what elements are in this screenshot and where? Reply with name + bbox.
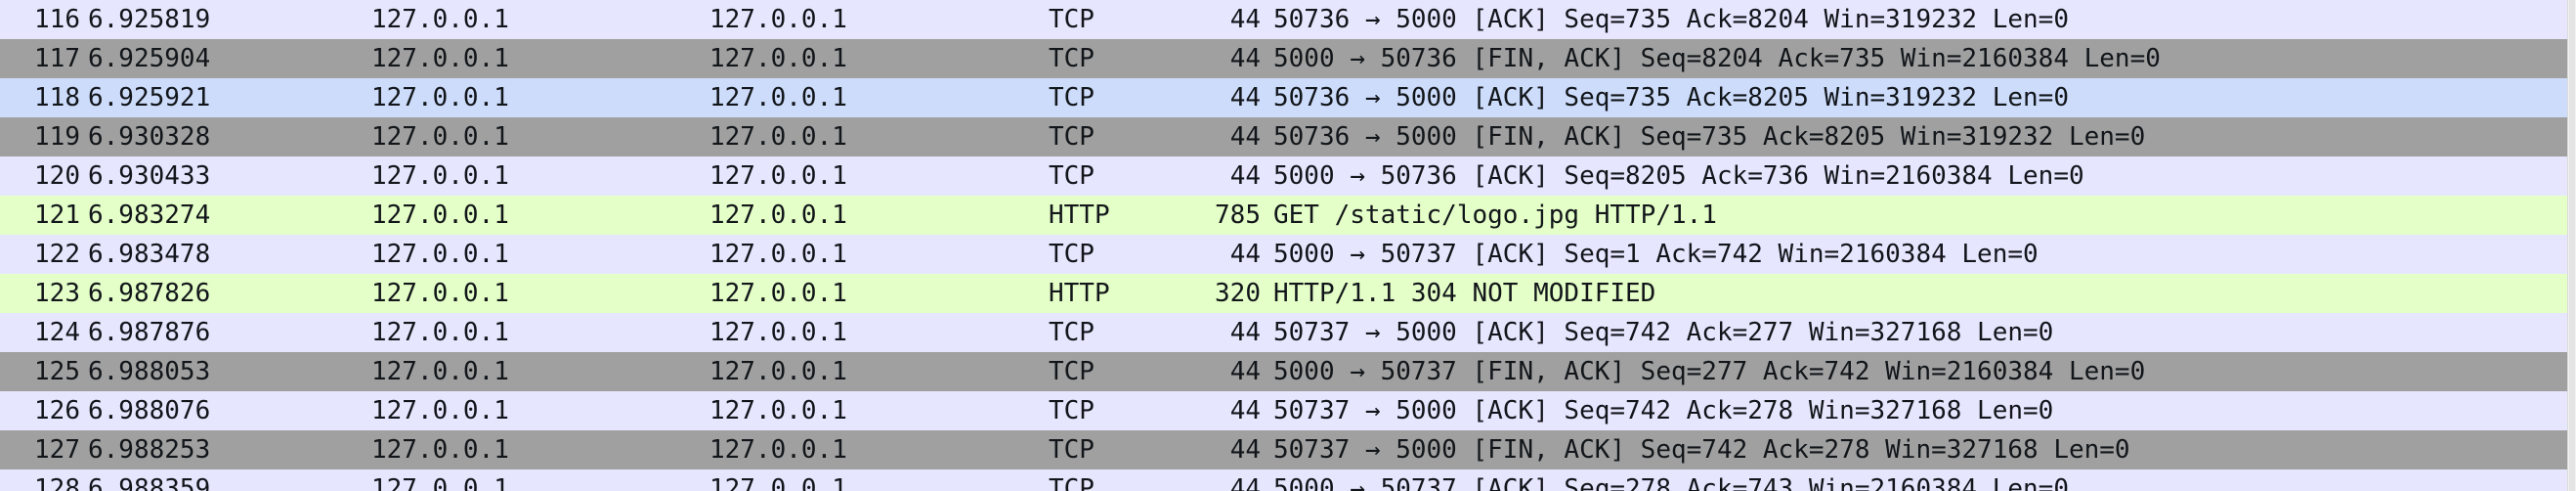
packet-info: 50737 → 5000 [FIN, ACK] Seq=742 Ack=278 … (1273, 435, 2130, 465)
packet-source: 127.0.0.1 (371, 83, 509, 112)
packet-source: 127.0.0.1 (371, 201, 509, 230)
packet-info: 5000 → 50736 [FIN, ACK] Seq=8204 Ack=735… (1273, 44, 2161, 73)
packet-source: 127.0.0.1 (371, 161, 509, 191)
packet-source: 127.0.0.1 (371, 474, 509, 491)
packet-row[interactable]: 126 6.988076 127.0.0.1 127.0.0.1 TCP 44 … (0, 391, 2568, 430)
packet-length: 44 (1229, 83, 1261, 112)
packet-length: 44 (1229, 474, 1261, 491)
packet-destination: 127.0.0.1 (709, 122, 847, 152)
packet-destination: 127.0.0.1 (709, 396, 847, 425)
packet-number: 118 (34, 83, 80, 112)
packet-source: 127.0.0.1 (371, 122, 509, 152)
packet-info: GET /static/logo.jpg HTTP/1.1 (1273, 201, 1717, 230)
packet-row[interactable]: 127 6.988253 127.0.0.1 127.0.0.1 TCP 44 … (0, 430, 2568, 469)
packet-destination: 127.0.0.1 (709, 435, 847, 465)
packet-info: 5000 → 50737 [ACK] Seq=1 Ack=742 Win=216… (1273, 240, 2039, 269)
packet-number: 124 (34, 318, 80, 347)
packet-length: 44 (1229, 5, 1261, 34)
packet-time: 6.988359 (88, 474, 211, 491)
packet-source: 127.0.0.1 (371, 318, 509, 347)
packet-number: 123 (34, 279, 80, 308)
packet-info: 50736 → 5000 [ACK] Seq=735 Ack=8205 Win=… (1273, 83, 2069, 112)
packet-time: 6.930328 (88, 122, 211, 152)
packet-source: 127.0.0.1 (371, 44, 509, 73)
packet-time: 6.988053 (88, 357, 211, 386)
packet-number: 120 (34, 161, 80, 191)
packet-number: 116 (34, 5, 80, 34)
packet-destination: 127.0.0.1 (709, 44, 847, 73)
packet-info: 50737 → 5000 [ACK] Seq=742 Ack=278 Win=3… (1273, 396, 2054, 425)
packet-destination: 127.0.0.1 (709, 279, 847, 308)
packet-number: 128 (34, 474, 80, 491)
packet-row[interactable]: 125 6.988053 127.0.0.1 127.0.0.1 TCP 44 … (0, 352, 2568, 391)
packet-source: 127.0.0.1 (371, 5, 509, 34)
packet-row[interactable]: 128 6.988359 127.0.0.1 127.0.0.1 TCP 44 … (0, 469, 2568, 491)
packet-destination: 127.0.0.1 (709, 357, 847, 386)
packet-length: 44 (1229, 357, 1261, 386)
packet-time: 6.987826 (88, 279, 211, 308)
packet-info: 50737 → 5000 [ACK] Seq=742 Ack=277 Win=3… (1273, 318, 2054, 347)
packet-row[interactable]: 124 6.987876 127.0.0.1 127.0.0.1 TCP 44 … (0, 313, 2568, 352)
packet-length: 785 (1215, 201, 1261, 230)
packet-list[interactable]: 116 6.925819 127.0.0.1 127.0.0.1 TCP 44 … (0, 0, 2576, 491)
packet-time: 6.925904 (88, 44, 211, 73)
packet-info: 5000 → 50737 [ACK] Seq=278 Ack=743 Win=2… (1273, 474, 2069, 491)
packet-time: 6.988253 (88, 435, 211, 465)
packet-time: 6.930433 (88, 161, 211, 191)
packet-info: 50736 → 5000 [FIN, ACK] Seq=735 Ack=8205… (1273, 122, 2146, 152)
packet-number: 117 (34, 44, 80, 73)
packet-info: 5000 → 50736 [ACK] Seq=8205 Ack=736 Win=… (1273, 161, 2084, 191)
packet-time: 6.983478 (88, 240, 211, 269)
packet-info: 50736 → 5000 [ACK] Seq=735 Ack=8204 Win=… (1273, 5, 2069, 34)
vertical-scrollbar[interactable] (2567, 0, 2576, 491)
packet-source: 127.0.0.1 (371, 396, 509, 425)
packet-length: 44 (1229, 240, 1261, 269)
packet-list-rows: 116 6.925819 127.0.0.1 127.0.0.1 TCP 44 … (0, 0, 2568, 491)
packet-number: 119 (34, 122, 80, 152)
packet-time: 6.983274 (88, 201, 211, 230)
packet-number: 126 (34, 396, 80, 425)
packet-destination: 127.0.0.1 (709, 161, 847, 191)
packet-time: 6.988076 (88, 396, 211, 425)
packet-time: 6.925921 (88, 83, 211, 112)
packet-source: 127.0.0.1 (371, 279, 509, 308)
packet-number: 122 (34, 240, 80, 269)
packet-length: 44 (1229, 161, 1261, 191)
packet-info: 5000 → 50737 [FIN, ACK] Seq=277 Ack=742 … (1273, 357, 2146, 386)
packet-length: 44 (1229, 122, 1261, 152)
packet-length: 44 (1229, 44, 1261, 73)
packet-row[interactable]: 120 6.930433 127.0.0.1 127.0.0.1 TCP 44 … (0, 156, 2568, 196)
packet-length: 44 (1229, 396, 1261, 425)
packet-row[interactable]: 121 6.983274 127.0.0.1 127.0.0.1 HTTP 78… (0, 196, 2568, 235)
packet-row[interactable]: 123 6.987826 127.0.0.1 127.0.0.1 HTTP 32… (0, 274, 2568, 313)
packet-length: 44 (1229, 318, 1261, 347)
packet-destination: 127.0.0.1 (709, 83, 847, 112)
packet-row[interactable]: 119 6.930328 127.0.0.1 127.0.0.1 TCP 44 … (0, 117, 2568, 156)
packet-row[interactable]: 118 6.925921 127.0.0.1 127.0.0.1 TCP 44 … (0, 78, 2568, 117)
packet-time: 6.925819 (88, 5, 211, 34)
packet-row[interactable]: 117 6.925904 127.0.0.1 127.0.0.1 TCP 44 … (0, 39, 2568, 78)
packet-destination: 127.0.0.1 (709, 318, 847, 347)
packet-length: 320 (1215, 279, 1261, 308)
packet-destination: 127.0.0.1 (709, 201, 847, 230)
packet-destination: 127.0.0.1 (709, 5, 847, 34)
packet-length: 44 (1229, 435, 1261, 465)
packet-number: 121 (34, 201, 80, 230)
packet-destination: 127.0.0.1 (709, 474, 847, 491)
packet-number: 127 (34, 435, 80, 465)
packet-source: 127.0.0.1 (371, 435, 509, 465)
packet-source: 127.0.0.1 (371, 357, 509, 386)
packet-destination: 127.0.0.1 (709, 240, 847, 269)
packet-number: 125 (34, 357, 80, 386)
packet-source: 127.0.0.1 (371, 240, 509, 269)
packet-row[interactable]: 116 6.925819 127.0.0.1 127.0.0.1 TCP 44 … (0, 0, 2568, 39)
packet-info: HTTP/1.1 304 NOT MODIFIED (1273, 279, 1656, 308)
scrollbar-thumb[interactable] (2569, 0, 2575, 491)
packet-row[interactable]: 122 6.983478 127.0.0.1 127.0.0.1 TCP 44 … (0, 235, 2568, 274)
packet-time: 6.987876 (88, 318, 211, 347)
